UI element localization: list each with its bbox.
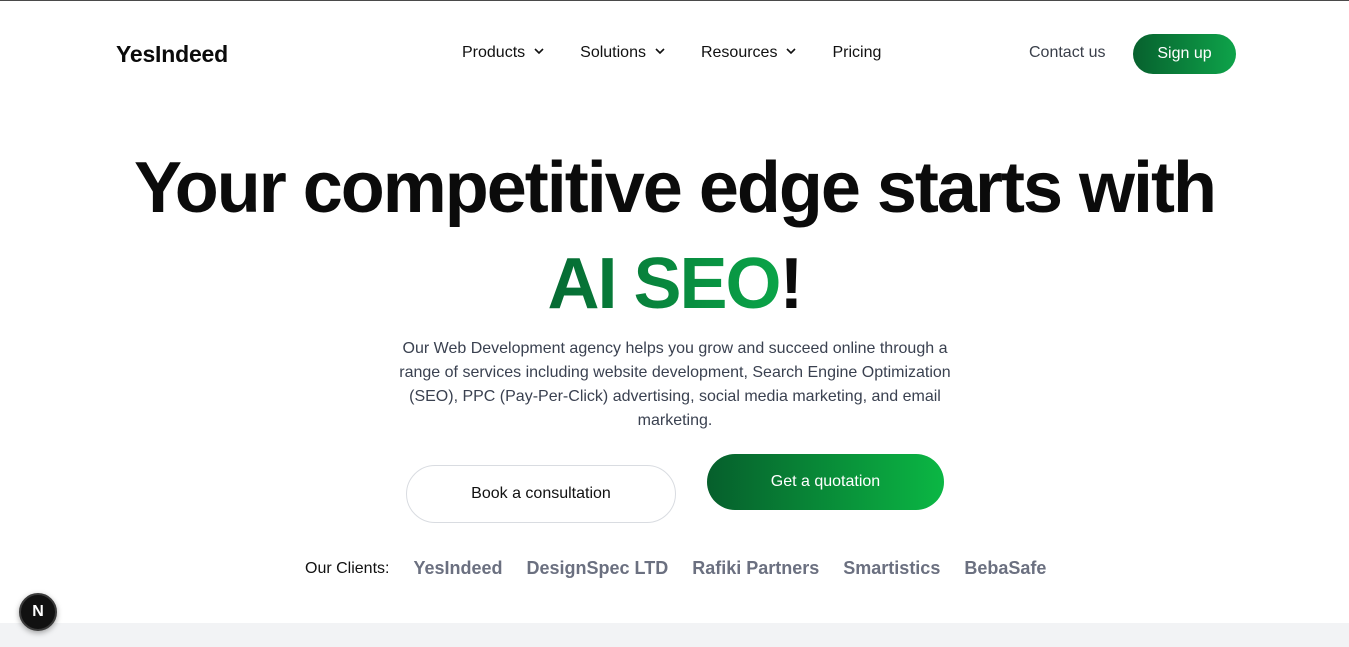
site-header: YesIndeed Products Solutions Resources P… xyxy=(0,0,1349,106)
chevron-down-icon xyxy=(534,47,544,55)
contact-us-link[interactable]: Contact us xyxy=(1029,44,1105,62)
nextjs-icon[interactable]: N xyxy=(19,593,57,631)
sign-up-button[interactable]: Sign up xyxy=(1133,34,1236,74)
nav-item-products[interactable]: Products xyxy=(462,44,544,62)
client-logo-yesindeed: YesIndeed xyxy=(413,558,503,578)
hero-title-accent: AI SEO xyxy=(547,244,781,324)
hero-description: Our Web Development agency helps you gro… xyxy=(399,340,951,429)
client-logo-rafiki: Rafiki Partners xyxy=(692,558,820,578)
nav-item-solutions[interactable]: Solutions xyxy=(580,44,665,62)
book-consultation-button[interactable]: Book a consultation xyxy=(406,465,676,523)
dev-badge-letter: N xyxy=(32,603,44,620)
hero-title: Your competitive edge starts with AI SEO… xyxy=(0,140,1349,332)
clients-strip: Our Clients: YesIndeed DesignSpec LTD Ra… xyxy=(305,558,1046,579)
client-logo-bebasafe: BebaSafe xyxy=(964,558,1047,578)
hero-title-line2: AI SEO! xyxy=(0,236,1349,332)
clients-label: Our Clients: xyxy=(305,559,390,577)
nav-item-label: Pricing xyxy=(832,44,882,61)
main-nav: Products Solutions Resources Pricing xyxy=(462,44,881,62)
nav-item-label: Resources xyxy=(700,44,778,61)
next-section-band xyxy=(0,623,1349,647)
nav-item-label: Solutions xyxy=(580,44,646,61)
hero-title-suffix: ! xyxy=(779,244,804,324)
nav-item-resources[interactable]: Resources xyxy=(700,44,797,62)
site-logo[interactable]: YesIndeed xyxy=(116,41,228,68)
client-logo-smartistics: Smartistics xyxy=(843,558,941,578)
nav-item-label: Products xyxy=(462,44,526,61)
chevron-down-icon xyxy=(786,47,797,55)
get-quotation-button[interactable]: Get a quotation xyxy=(707,454,944,510)
client-logo-designspec: DesignSpec LTD xyxy=(526,558,669,578)
nav-item-pricing[interactable]: Pricing xyxy=(832,44,881,62)
hero-title-line1: Your competitive edge starts with xyxy=(134,148,1217,228)
chevron-down-icon xyxy=(655,47,665,55)
